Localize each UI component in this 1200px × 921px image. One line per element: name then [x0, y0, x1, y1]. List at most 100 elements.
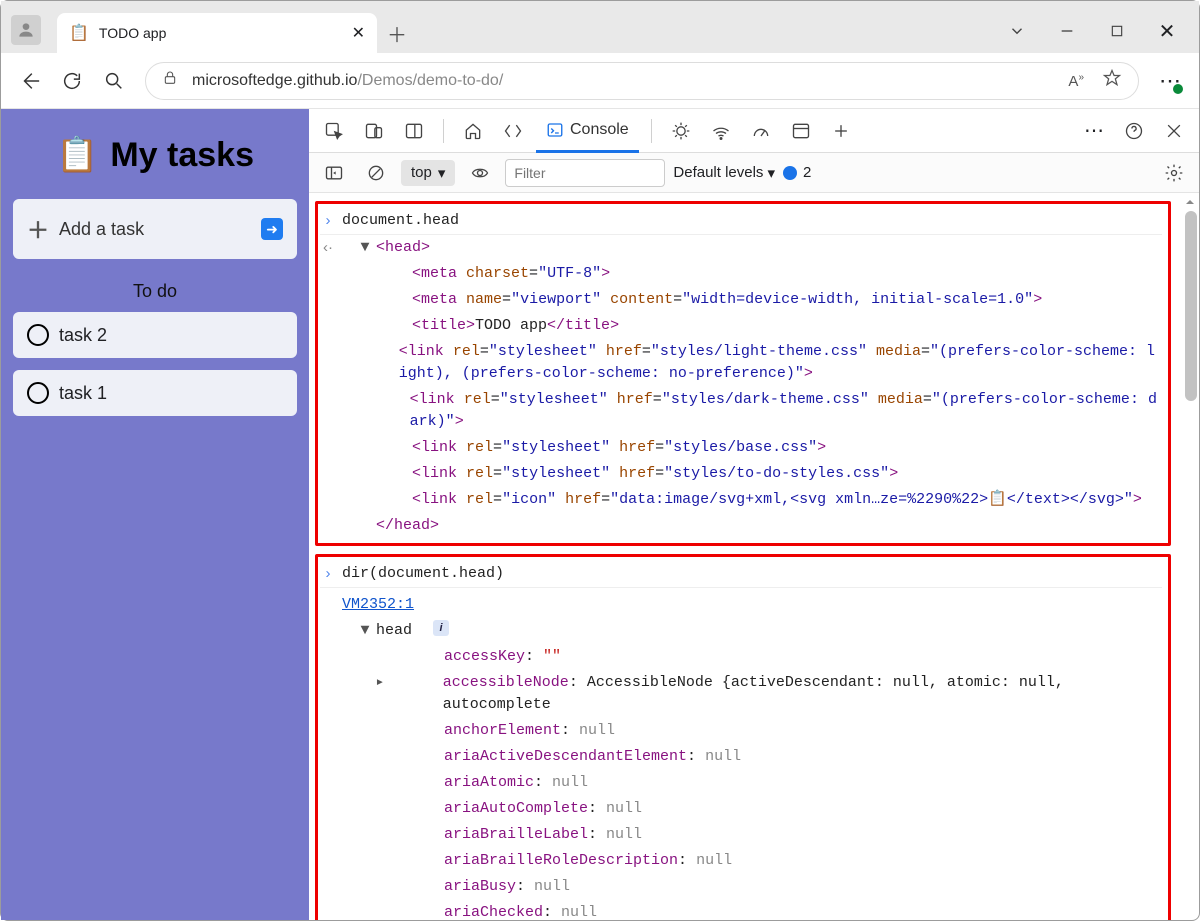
- chevron-down-icon: ▾: [438, 164, 446, 182]
- app-icon: 📋: [56, 135, 98, 175]
- issues-count: 2: [803, 164, 811, 181]
- output-icon: ‹·: [320, 237, 336, 259]
- scroll-up-icon[interactable]: [1185, 197, 1195, 207]
- object-property-row[interactable]: accessKey: "": [320, 644, 1162, 670]
- dom-node-line[interactable]: <meta name="viewport" content="width=dev…: [320, 287, 1162, 313]
- object-property-row[interactable]: ariaActiveDescendantElement: null: [320, 744, 1162, 770]
- devtools-close-button[interactable]: [1157, 114, 1191, 148]
- submit-task-button[interactable]: ➜: [261, 218, 283, 240]
- live-expression-button[interactable]: [463, 156, 497, 190]
- task-checkbox[interactable]: [27, 382, 49, 404]
- sources-tab[interactable]: [664, 114, 698, 148]
- address-bar-row: microsoftedge.github.io/Demos/demo-to-do…: [1, 53, 1199, 109]
- task-item[interactable]: task 1: [13, 370, 297, 416]
- favorite-button[interactable]: [1102, 68, 1122, 93]
- dom-node-line[interactable]: <meta charset="UTF-8">: [320, 261, 1162, 287]
- window-minimize-chevron[interactable]: [1007, 21, 1027, 41]
- profile-icon: [16, 20, 36, 40]
- welcome-tab[interactable]: [456, 114, 490, 148]
- window-close-button[interactable]: ✕: [1157, 21, 1177, 41]
- devtools-panel: Console ⋯ top ▾ Default levels ▾: [309, 109, 1199, 920]
- site-info-button[interactable]: [162, 70, 178, 91]
- toggle-sidebar-button[interactable]: [317, 156, 351, 190]
- scrollbar[interactable]: [1181, 193, 1199, 920]
- task-item[interactable]: task 2: [13, 312, 297, 358]
- refresh-button[interactable]: [61, 70, 83, 92]
- head-close-tag: </head>: [376, 515, 439, 537]
- new-tab-button[interactable]: ＋: [377, 13, 417, 53]
- window-maximize-button[interactable]: [1107, 21, 1127, 41]
- address-bar[interactable]: microsoftedge.github.io/Demos/demo-to-do…: [145, 62, 1139, 100]
- context-label: top: [411, 164, 432, 181]
- url-path: /Demos/demo-to-do/: [357, 72, 503, 89]
- log-levels-selector[interactable]: Default levels ▾: [673, 164, 775, 182]
- tab-favicon-icon: 📋: [69, 23, 89, 43]
- dom-node-line[interactable]: <link rel="stylesheet" href="styles/dark…: [320, 387, 1162, 435]
- profile-button[interactable]: [11, 15, 41, 45]
- scroll-thumb[interactable]: [1185, 211, 1197, 401]
- task-checkbox[interactable]: [27, 324, 49, 346]
- highlight-box-1: › document.head ‹· ▼ <head> <meta charse…: [315, 201, 1171, 546]
- prompt-icon: ›: [320, 563, 336, 585]
- page-title: My tasks: [110, 136, 254, 175]
- highlight-box-2: › dir(document.head) VM2352:1 ▼ head i a…: [315, 554, 1171, 920]
- dom-node-line[interactable]: <title>TODO app</title>: [320, 313, 1162, 339]
- browser-menu-button[interactable]: ⋯: [1159, 70, 1181, 92]
- prompt-icon: ›: [320, 210, 336, 232]
- more-tabs-button[interactable]: [824, 114, 858, 148]
- dom-node-line[interactable]: <link rel="stylesheet" href="styles/to-d…: [320, 461, 1162, 487]
- console-toolbar: top ▾ Default levels ▾ 2: [309, 153, 1199, 193]
- devtools-menu-button[interactable]: ⋯: [1077, 114, 1111, 148]
- info-icon[interactable]: i: [433, 620, 449, 636]
- expand-caret[interactable]: ▸: [375, 672, 385, 694]
- help-button[interactable]: [1117, 114, 1151, 148]
- plus-icon: ＋: [27, 213, 49, 245]
- dock-side-button[interactable]: [397, 114, 431, 148]
- chevron-down-icon: ▾: [767, 164, 775, 182]
- levels-label: Default levels: [673, 164, 763, 181]
- device-toolbar-button[interactable]: [357, 114, 391, 148]
- application-tab[interactable]: [784, 114, 818, 148]
- tab-title: TODO app: [99, 25, 342, 41]
- console-tab[interactable]: Console: [536, 110, 639, 153]
- add-task-input[interactable]: ＋ Add a task ➜: [13, 199, 297, 259]
- back-button[interactable]: [19, 70, 41, 92]
- elements-tab[interactable]: [496, 114, 530, 148]
- dom-node-line[interactable]: <link rel="stylesheet" href="styles/base…: [320, 435, 1162, 461]
- object-property-row[interactable]: ▸accessibleNode: AccessibleNode {activeD…: [320, 670, 1162, 718]
- url-host: microsoftedge.github.io: [192, 72, 357, 89]
- tab-close-button[interactable]: ✕: [352, 23, 365, 43]
- expand-caret[interactable]: ▼: [360, 620, 370, 642]
- inspect-element-button[interactable]: [317, 114, 351, 148]
- performance-tab[interactable]: [744, 114, 778, 148]
- object-property-row[interactable]: ariaAutoComplete: null: [320, 796, 1162, 822]
- context-selector[interactable]: top ▾: [401, 160, 455, 186]
- devtools-tabstrip: Console ⋯: [309, 109, 1199, 153]
- search-button[interactable]: [103, 70, 125, 92]
- window-controls: ✕: [1007, 21, 1189, 41]
- object-property-row[interactable]: ariaAtomic: null: [320, 770, 1162, 796]
- task-label: task 1: [59, 383, 107, 404]
- task-label: task 2: [59, 325, 107, 346]
- issues-dot-icon: [783, 166, 797, 180]
- object-property-row[interactable]: ariaBrailleRoleDescription: null: [320, 848, 1162, 874]
- dom-node-line[interactable]: <link rel="icon" href="data:image/svg+xm…: [320, 487, 1162, 513]
- console-settings-button[interactable]: [1157, 156, 1191, 190]
- console-output[interactable]: › document.head ‹· ▼ <head> <meta charse…: [309, 193, 1199, 920]
- browser-tab[interactable]: 📋 TODO app ✕: [57, 13, 377, 53]
- vm-source-link[interactable]: VM2352:1: [342, 594, 414, 616]
- object-property-row[interactable]: ariaBusy: null: [320, 874, 1162, 900]
- dom-node-line[interactable]: <link rel="stylesheet" href="styles/ligh…: [320, 339, 1162, 387]
- console-input: dir(document.head): [342, 563, 504, 585]
- clear-console-button[interactable]: [359, 156, 393, 190]
- filter-input[interactable]: [505, 159, 665, 187]
- expand-caret[interactable]: ▼: [360, 237, 370, 259]
- issues-button[interactable]: 2: [783, 164, 811, 181]
- read-aloud-button[interactable]: A»: [1068, 72, 1084, 90]
- window-minimize-button[interactable]: [1057, 21, 1077, 41]
- dir-head-label: head: [376, 620, 412, 642]
- object-property-row[interactable]: anchorElement: null: [320, 718, 1162, 744]
- object-property-row[interactable]: ariaChecked: null: [320, 900, 1162, 920]
- network-tab[interactable]: [704, 114, 738, 148]
- object-property-row[interactable]: ariaBrailleLabel: null: [320, 822, 1162, 848]
